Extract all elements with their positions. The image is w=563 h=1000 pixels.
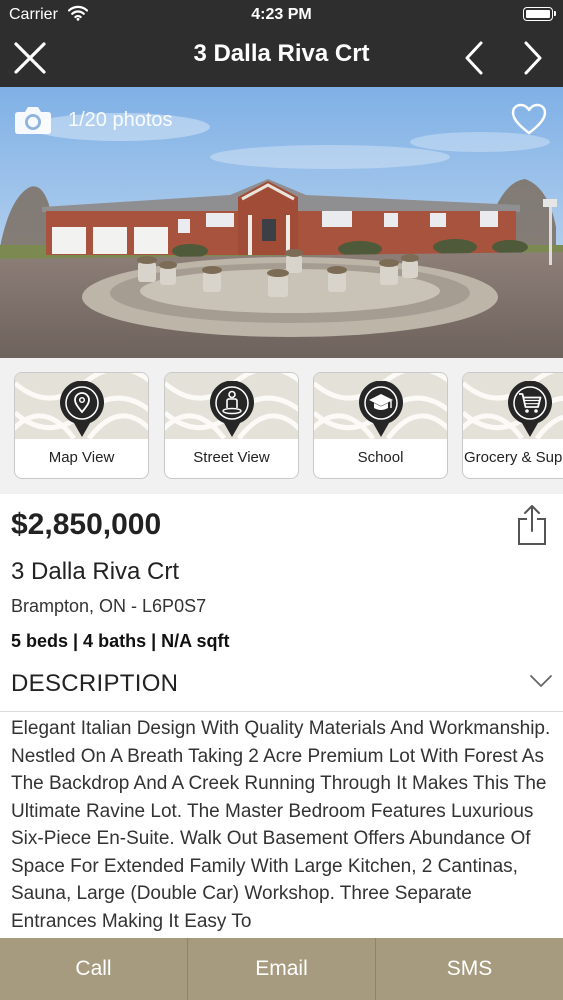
contact-bar: Call Email SMS: [0, 938, 563, 1000]
heart-icon: [511, 103, 547, 135]
next-listing-button[interactable]: [511, 36, 555, 80]
map-view-button[interactable]: Map View: [14, 372, 149, 479]
photo-count-label: 1/20 photos: [68, 108, 173, 131]
street-view-label: Street View: [193, 449, 270, 466]
shopping-cart-icon: [507, 381, 552, 437]
camera-icon: [15, 107, 51, 134]
map-pin-icon: [59, 381, 104, 437]
top-bar: Carrier 4:23 PM 3 Dalla Riva Crt: [0, 0, 563, 87]
status-bar: Carrier 4:23 PM: [0, 0, 563, 30]
listing-price: $2,850,000: [11, 508, 162, 541]
listing-photo[interactable]: 1/20 photos: [0, 87, 563, 358]
expand-description-button[interactable]: [529, 674, 553, 693]
chevron-left-icon: [465, 41, 483, 75]
close-icon: [14, 42, 46, 74]
street-view-button[interactable]: Street View: [164, 372, 299, 479]
listing-specs: 5 beds | 4 baths | N/A sqft: [11, 631, 230, 651]
sms-button[interactable]: SMS: [375, 938, 563, 1000]
clock: 4:23 PM: [251, 6, 312, 23]
chevron-right-icon: [524, 41, 542, 75]
divider: [0, 711, 563, 712]
share-icon: [518, 505, 546, 545]
description-text: Elegant Italian Design With Quality Mate…: [11, 718, 551, 932]
grocery-button[interactable]: Grocery & Supermarket: [462, 372, 563, 479]
previous-listing-button[interactable]: [452, 36, 496, 80]
chevron-down-icon: [530, 675, 552, 687]
listing-address: 3 Dalla Riva Crt: [11, 558, 180, 585]
call-button[interactable]: Call: [0, 938, 187, 1000]
page-title: 3 Dalla Riva Crt: [193, 40, 370, 67]
description-heading: DESCRIPTION: [11, 670, 179, 697]
favorite-button[interactable]: [511, 103, 547, 140]
street-view-icon: [209, 381, 254, 437]
share-button[interactable]: [517, 504, 547, 551]
listing-city: Brampton, ON - L6P0S7: [11, 596, 207, 616]
graduation-cap-icon: [358, 381, 403, 437]
close-button[interactable]: [8, 36, 52, 80]
school-button[interactable]: School: [313, 372, 448, 479]
photo-counter: 1/20 photos: [14, 105, 173, 135]
school-label: School: [357, 449, 404, 466]
battery-icon: [523, 7, 556, 21]
grocery-label: Grocery & Supermarket: [464, 449, 563, 466]
quick-actions: Map View Street View School Grocery & Su…: [0, 358, 563, 494]
email-button[interactable]: Email: [187, 938, 375, 1000]
map-view-label: Map View: [48, 449, 115, 466]
